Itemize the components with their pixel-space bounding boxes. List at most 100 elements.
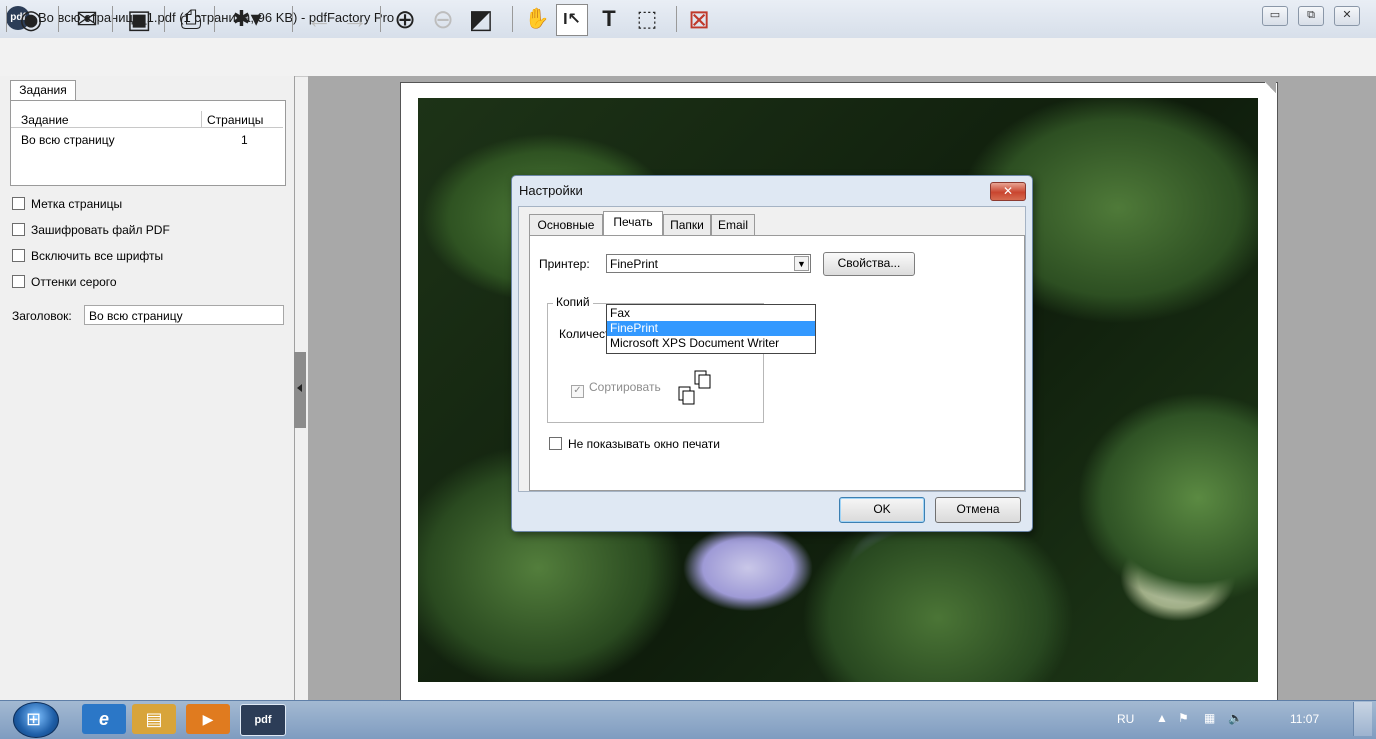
save-icon: ▣: [126, 4, 152, 34]
select-tool-button[interactable]: I↖: [556, 4, 588, 36]
encrypt-pdf-checkbox[interactable]: Зашифровать файл PDF: [12, 221, 170, 239]
close-button[interactable]: ✕: [1334, 6, 1360, 26]
toolbar-separator: [380, 6, 381, 32]
pdffactory-icon: pdf: [254, 714, 272, 726]
checkbox-box[interactable]: [549, 437, 562, 450]
page-fold-corner: [1265, 82, 1276, 93]
restore-icon: ⧉: [1307, 9, 1315, 21]
column-header-pages[interactable]: Страницы: [207, 113, 263, 127]
collapse-arrow-icon[interactable]: [297, 384, 302, 392]
zoom-in-icon: ⊕: [394, 4, 416, 34]
network-icon[interactable]: ▦: [1204, 711, 1215, 725]
settings-dialog: Настройки ✕ Основные Печать Папки Email …: [511, 175, 1033, 532]
checkbox-label: Всключить все шрифты: [31, 249, 164, 263]
column-divider: [201, 111, 202, 127]
toolbar-separator: [292, 6, 293, 32]
checkbox-box[interactable]: [12, 197, 25, 210]
toolbar: [0, 38, 1376, 77]
minimize-button[interactable]: ▭: [1262, 6, 1288, 26]
hand-tool-button[interactable]: ✋: [522, 4, 552, 34]
back-button[interactable]: ←: [304, 4, 334, 34]
hide-print-window-checkbox[interactable]: Не показывать окно печати: [549, 437, 720, 451]
volume-icon[interactable]: 🔈: [1228, 711, 1243, 725]
collate-label: Сортировать: [589, 380, 661, 394]
checkbox-label: Зашифровать файл PDF: [31, 223, 170, 237]
toolbar-separator: [512, 6, 513, 32]
list-item[interactable]: FinePrint: [607, 321, 815, 336]
dialog-title: Настройки: [519, 183, 583, 198]
taskbar-app-pdffactory[interactable]: pdf: [240, 704, 286, 736]
tab-folders[interactable]: Папки: [663, 214, 711, 236]
taskbar-app-explorer[interactable]: ▤: [132, 704, 176, 734]
printer-dropdown-list[interactable]: Fax FinePrint Microsoft XPS Document Wri…: [606, 304, 816, 354]
header-label: Заголовок:: [12, 309, 72, 323]
print-button[interactable]: ⎙: [176, 4, 206, 34]
ok-button[interactable]: OK: [839, 497, 925, 523]
tab-email[interactable]: Email: [711, 214, 755, 236]
printer-label: Принтер:: [539, 257, 590, 271]
hide-print-label: Не показывать окно печати: [568, 437, 720, 451]
checkbox-box[interactable]: [12, 275, 25, 288]
checkbox-label: Метка страницы: [31, 197, 123, 211]
email-button[interactable]: ✉: [72, 4, 102, 34]
tab-general[interactable]: Основные: [529, 214, 603, 236]
text-tool-icon: T: [602, 6, 616, 31]
file-explorer-icon: ▤: [145, 709, 163, 729]
list-item[interactable]: Microsoft XPS Document Writer: [607, 336, 815, 351]
restore-button[interactable]: ⧉: [1298, 6, 1324, 26]
dialog-close-button[interactable]: ✕: [990, 182, 1026, 201]
text-tool-button[interactable]: T: [594, 4, 624, 34]
toolbar-separator: [214, 6, 215, 32]
save-button[interactable]: ▣: [124, 4, 154, 34]
tab-jobs[interactable]: Задания: [10, 80, 76, 100]
delete-page-button[interactable]: ⊠: [684, 4, 714, 34]
table-row[interactable]: Во всю страницу 1: [11, 131, 283, 147]
tray-expand-icon[interactable]: ▲: [1156, 711, 1168, 725]
tray-clock[interactable]: 11:07: [1290, 712, 1319, 726]
embed-fonts-checkbox[interactable]: Всключить все шрифты: [12, 247, 163, 265]
marquee-tool-icon: ⬚: [636, 6, 658, 31]
toolbar-separator: [58, 6, 59, 32]
toolbar-separator: [164, 6, 165, 32]
back-arrow-icon: ←: [306, 4, 332, 34]
column-header-job[interactable]: Задание: [21, 113, 69, 127]
settings-button[interactable]: ✱▾: [224, 4, 270, 34]
chevron-down-icon[interactable]: ▼: [794, 256, 809, 271]
action-center-flag-icon[interactable]: ⚑: [1178, 711, 1189, 725]
select-tool-icon: I↖: [563, 11, 581, 28]
cancel-button[interactable]: Отмена: [935, 497, 1021, 523]
job-pages: 1: [241, 133, 248, 147]
fit-page-icon: ◩: [468, 4, 494, 34]
checkbox-box[interactable]: [12, 223, 25, 236]
list-item[interactable]: Fax: [607, 306, 815, 321]
windows-logo-icon: ⊞: [26, 709, 42, 729]
properties-button[interactable]: Свойства...: [823, 252, 915, 276]
page-mark-checkbox[interactable]: Метка страницы: [12, 195, 122, 213]
toolbar-separator: [6, 6, 7, 32]
marquee-tool-button[interactable]: ⬚: [632, 4, 662, 34]
jobs-table-header: Задание Страницы: [11, 111, 283, 128]
collate-icon: [678, 370, 711, 405]
view-button[interactable]: ◉: [16, 4, 46, 34]
taskbar-app-ie[interactable]: e: [82, 704, 126, 734]
grayscale-checkbox[interactable]: Оттенки серого: [12, 273, 117, 291]
checkbox-box[interactable]: ✓: [571, 385, 584, 398]
view-icon: ◉: [19, 4, 43, 34]
zoom-out-button[interactable]: ⊖: [428, 4, 458, 34]
toolbar-separator: [676, 6, 677, 32]
close-icon: ✕: [1342, 9, 1352, 21]
collate-checkbox[interactable]: ✓ Сортировать: [571, 380, 661, 398]
show-desktop-button[interactable]: [1353, 702, 1372, 736]
print-icon: ⎙: [180, 4, 202, 34]
email-icon: ✉: [76, 4, 98, 34]
fit-page-button[interactable]: ◩: [466, 4, 496, 34]
copies-group-label: Копий: [553, 295, 593, 309]
taskbar-app-media[interactable]: ▶: [186, 704, 230, 734]
forward-button[interactable]: →: [340, 4, 370, 34]
header-input[interactable]: Во всю страницу: [84, 305, 284, 325]
zoom-in-button[interactable]: ⊕: [390, 4, 420, 34]
tab-print[interactable]: Печать: [603, 211, 663, 236]
printer-select[interactable]: FinePrint: [606, 254, 811, 273]
language-indicator[interactable]: RU: [1117, 712, 1134, 726]
checkbox-box[interactable]: [12, 249, 25, 262]
